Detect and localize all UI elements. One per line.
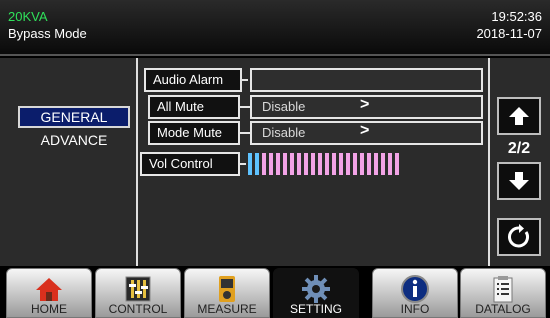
volume-bar [304,153,308,175]
arrow-down-icon [509,172,529,190]
tab-info-label: INFO [400,302,430,316]
volume-bar [255,153,259,175]
volume-bar [360,153,364,175]
volume-bar [339,153,343,175]
volume-bar [276,153,280,175]
mode-label: Bypass Mode [8,26,87,41]
volume-bar [290,153,294,175]
all-mute-value: Disable [262,99,306,114]
status-header: 20KVA Bypass Mode 19:52:36 2018-11-07 [0,0,550,56]
arrow-up-icon [509,107,529,125]
sidebar-item-advance[interactable]: ADVANCE [18,132,130,148]
mode-mute-value: Disable [262,125,306,140]
tab-setting-label: SETTING [289,302,342,316]
vol-control-label: Vol Control [140,152,240,176]
volume-bar [332,153,336,175]
chevron-right-icon[interactable]: > [360,96,369,114]
volume-bar [248,153,252,175]
volume-slider[interactable] [248,153,399,175]
connector [240,106,250,108]
date-label: 2018-11-07 [476,26,542,41]
volume-bar [311,153,315,175]
info-icon [401,275,429,303]
tab-control[interactable]: CONTROL [95,268,181,318]
tab-datalog[interactable]: DATALOG [460,268,546,318]
right-divider [488,58,490,266]
control-icon [125,276,151,302]
tab-measure[interactable]: MEASURE [184,268,270,318]
volume-bar [374,153,378,175]
audio-alarm-value [250,68,483,92]
volume-bar [318,153,322,175]
volume-bar [346,153,350,175]
volume-bar [395,153,399,175]
audio-alarm-label: Audio Alarm [144,68,242,92]
tab-datalog-label: DATALOG [475,302,531,316]
mode-mute-label: Mode Mute [148,121,240,145]
volume-bar [381,153,385,175]
tab-home-label: HOME [31,302,67,316]
tab-setting[interactable]: SETTING [273,268,359,318]
settings-panel: GENERAL ADVANCE Audio Alarm All Mute Dis… [0,58,550,266]
capacity-label: 20KVA [8,9,48,24]
connector [242,79,248,81]
volume-bar [269,153,273,175]
all-mute-label: All Mute [148,95,240,119]
page-up-button[interactable] [497,97,541,135]
tab-bar: HOME CONTROL MEASURE SETTING INFO DATALO… [0,266,550,318]
page-indicator: 2/2 [507,140,531,157]
tab-home[interactable]: HOME [6,268,92,318]
tab-control-label: CONTROL [108,302,168,316]
datalog-icon [493,276,513,303]
connector [240,163,246,165]
volume-bar [262,153,266,175]
refresh-button[interactable] [497,218,541,256]
volume-bar [297,153,301,175]
chevron-right-icon[interactable]: > [360,122,369,140]
time-label: 19:52:36 [491,9,542,24]
tab-info[interactable]: INFO [372,268,458,318]
connector [240,132,250,134]
home-icon [36,278,62,301]
left-divider [136,58,138,266]
gear-icon [302,275,330,303]
volume-bar [283,153,287,175]
volume-bar [325,153,329,175]
volume-bar [353,153,357,175]
volume-bar [367,153,371,175]
tab-measure-label: MEASURE [197,302,257,316]
page-down-button[interactable] [497,162,541,200]
measure-icon [219,276,235,302]
sidebar-item-general[interactable]: GENERAL [18,106,130,128]
refresh-icon [508,224,529,248]
volume-bar [388,153,392,175]
